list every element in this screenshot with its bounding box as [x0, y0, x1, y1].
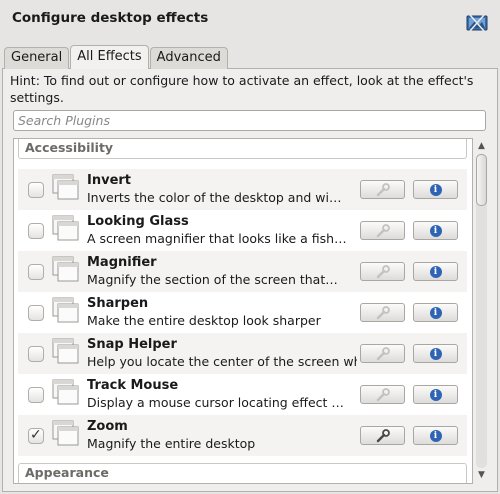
plugin-description: Make the entire desktop look sharper: [87, 313, 321, 328]
plugin-checkbox[interactable]: [28, 182, 44, 198]
configure-button[interactable]: [360, 385, 405, 404]
plugin-name: Zoom: [87, 419, 128, 434]
info-button[interactable]: i: [413, 303, 458, 322]
configure-button[interactable]: [360, 262, 405, 281]
wrench-icon: [376, 305, 390, 319]
info-button[interactable]: i: [413, 344, 458, 363]
plugin-checkbox[interactable]: [28, 305, 44, 321]
plugin-name: Track Mouse: [87, 378, 179, 393]
wrench-icon: [376, 428, 390, 442]
plugin-checkbox[interactable]: [28, 346, 44, 362]
plugin-name: Invert: [87, 173, 132, 188]
info-icon: i: [429, 388, 442, 401]
window-stack-icon: [52, 338, 79, 364]
info-button[interactable]: i: [413, 221, 458, 240]
plugin-checkbox[interactable]: ✓: [28, 427, 44, 444]
info-button[interactable]: i: [413, 385, 458, 404]
plugin-name: Sharpen: [87, 296, 149, 311]
vertical-scrollbar[interactable]: ▲ ▼: [475, 140, 488, 482]
info-button[interactable]: i: [413, 426, 458, 445]
plugin-checkbox[interactable]: [28, 223, 44, 239]
tab-advanced[interactable]: Advanced: [149, 47, 228, 69]
window-stack-icon: [52, 174, 79, 200]
wrench-icon: [376, 223, 390, 237]
info-button[interactable]: i: [413, 180, 458, 199]
window-stack-icon: [52, 379, 79, 405]
info-icon: i: [429, 347, 442, 360]
info-icon: i: [429, 429, 442, 442]
window-stack-icon: [52, 256, 79, 282]
desktop-effects-icon: [466, 14, 488, 32]
wrench-icon: [376, 387, 390, 401]
window-title: Configure desktop effects: [12, 10, 209, 26]
plugin-row-invert[interactable]: Invert Inverts the color of the desktop …: [18, 169, 467, 210]
wrench-icon: [376, 264, 390, 278]
configure-button[interactable]: [360, 344, 405, 363]
plugin-row-sharpen[interactable]: Sharpen Make the entire desktop look sha…: [18, 292, 467, 333]
plugin-description: Magnify the entire desktop: [87, 436, 256, 451]
tab-all-effects[interactable]: All Effects: [70, 45, 149, 69]
plugin-name: Snap Helper: [87, 337, 177, 352]
category-header-appearance: Appearance: [18, 463, 467, 483]
scroll-down-arrow-icon[interactable]: ▼: [475, 469, 488, 482]
plugin-row-looking-glass[interactable]: Looking Glass A screen magnifier that lo…: [18, 210, 467, 251]
checkmark-icon: ✓: [30, 427, 42, 443]
window-header: Configure desktop effects: [0, 0, 500, 44]
info-icon: i: [429, 183, 442, 196]
plugin-list: Accessibility Invert Inverts the color o…: [13, 138, 473, 484]
window-stack-icon: [52, 420, 79, 446]
tab-bar: General All Effects Advanced: [4, 45, 229, 69]
hint-text: Hint: To find out or configure how to ac…: [10, 73, 474, 105]
category-header-accessibility: Accessibility: [18, 139, 467, 159]
plugin-description: Inverts the color of the desktop and wi…: [87, 190, 342, 205]
configure-button[interactable]: [360, 426, 405, 445]
plugin-description: Help you locate the center of the screen…: [87, 354, 357, 369]
info-icon: i: [429, 224, 442, 237]
configure-button[interactable]: [360, 180, 405, 199]
scroll-thumb[interactable]: [476, 154, 487, 206]
plugin-description: A screen magnifier that looks like a fis…: [87, 231, 347, 246]
wrench-icon: [376, 346, 390, 360]
info-icon: i: [429, 306, 442, 319]
tab-general[interactable]: General: [4, 47, 70, 69]
plugin-checkbox[interactable]: [28, 387, 44, 403]
configure-button[interactable]: [360, 221, 405, 240]
info-button[interactable]: i: [413, 262, 458, 281]
configure-button[interactable]: [360, 303, 405, 322]
plugin-row-magnifier[interactable]: Magnifier Magnify the section of the scr…: [18, 251, 467, 292]
wrench-icon: [376, 182, 390, 196]
window-stack-icon: [52, 297, 79, 323]
search-input[interactable]: Search Plugins: [13, 110, 486, 131]
plugin-row-zoom[interactable]: ✓ Zoom Magnify the entire desktop i: [18, 415, 467, 456]
plugin-name: Looking Glass: [87, 214, 189, 229]
plugin-row-track-mouse[interactable]: Track Mouse Display a mouse cursor locat…: [18, 374, 467, 415]
plugin-name: Magnifier: [87, 255, 157, 270]
plugin-description: Magnify the section of the screen that…: [87, 272, 338, 287]
window-stack-icon: [52, 215, 79, 241]
scroll-up-arrow-icon[interactable]: ▲: [475, 140, 488, 153]
info-icon: i: [429, 265, 442, 278]
plugin-checkbox[interactable]: [28, 264, 44, 280]
plugin-description: Display a mouse cursor locating effect …: [87, 395, 344, 410]
plugin-row-snap-helper[interactable]: Snap Helper Help you locate the center o…: [18, 333, 467, 374]
